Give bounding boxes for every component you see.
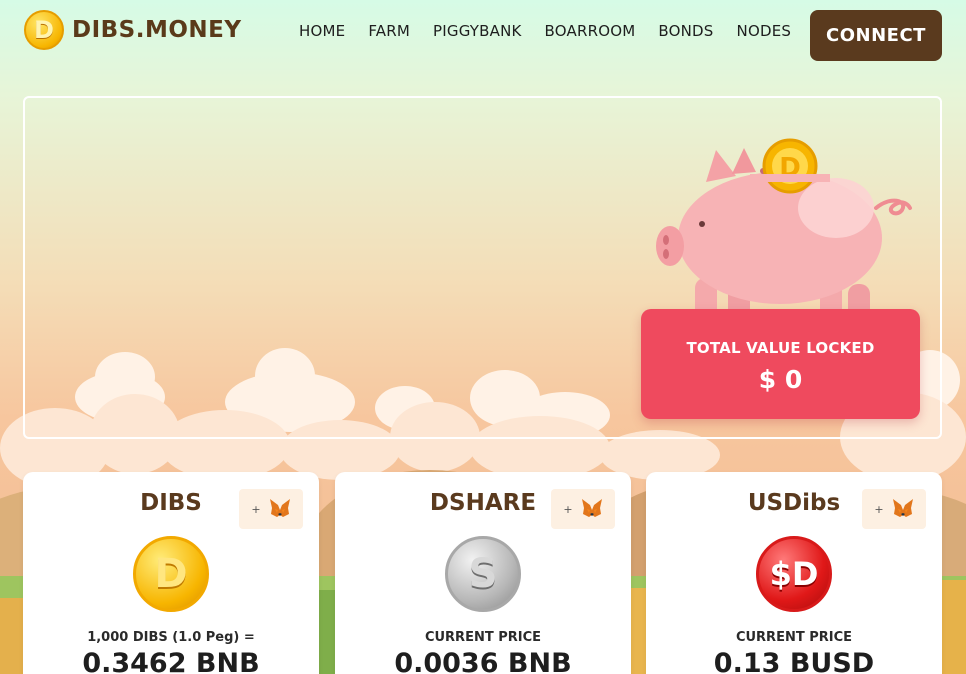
total-value-locked-panel: TOTAL VALUE LOCKED $ 0 — [641, 309, 920, 419]
main-nav: HOME FARM PIGGYBANK BOARROOM BONDS NODES — [299, 22, 814, 40]
brand-name: DIBS.MONEY — [72, 17, 242, 43]
metamask-fox-icon — [269, 498, 291, 521]
token-card-usdibs: USDibs + $D CURRENT PRICE 0.13 BUSD — [646, 472, 942, 674]
token-card-dshare: DSHARE + S CURRENT PRICE 0.0036 BNB — [335, 472, 631, 674]
plus-label: + — [563, 502, 573, 516]
top-header: D DIBS.MONEY HOME FARM PIGGYBANK BOARROO… — [0, 0, 966, 64]
plus-label: + — [874, 502, 884, 516]
add-to-metamask-button[interactable]: + — [551, 489, 615, 529]
nav-item-farm[interactable]: FARM — [368, 22, 410, 40]
brand-logo[interactable]: D DIBS.MONEY — [24, 10, 242, 50]
nav-item-bonds[interactable]: BONDS — [658, 22, 713, 40]
price-label: CURRENT PRICE — [424, 630, 542, 645]
price-value: 0.3462 BNB — [82, 648, 260, 674]
plus-label: + — [251, 502, 261, 516]
piggy-bank-icon: D — [640, 138, 920, 330]
price-value: 0.0036 BNB — [394, 648, 572, 674]
add-to-metamask-button[interactable]: + — [239, 489, 303, 529]
nav-item-boarroom[interactable]: BOARROOM — [545, 22, 636, 40]
tvl-value: $ 0 — [758, 365, 803, 394]
usdibs-coin-icon: $D — [756, 536, 832, 612]
price-label: CURRENT PRICE — [735, 630, 853, 645]
token-card-dibs: DIBS + D 1,000 DIBS (1.0 Peg) = 0.3462 B… — [23, 472, 319, 674]
price-label: 1,000 DIBS (1.0 Peg) = — [87, 630, 255, 645]
dibs-coin-logo-icon: D — [24, 10, 64, 50]
tvl-label: TOTAL VALUE LOCKED — [686, 339, 875, 357]
nav-item-nodes[interactable]: NODES — [737, 22, 792, 40]
metamask-fox-icon — [892, 498, 914, 521]
add-to-metamask-button[interactable]: + — [862, 489, 926, 529]
nav-item-home[interactable]: HOME — [299, 22, 345, 40]
dibs-coin-icon: D — [133, 536, 209, 612]
metamask-fox-icon — [581, 498, 603, 521]
connect-wallet-button[interactable]: CONNECT — [810, 10, 942, 61]
nav-item-piggybank[interactable]: PIGGYBANK — [433, 22, 522, 40]
dshare-coin-icon: S — [445, 536, 521, 612]
price-value: 0.13 BUSD — [713, 648, 875, 674]
